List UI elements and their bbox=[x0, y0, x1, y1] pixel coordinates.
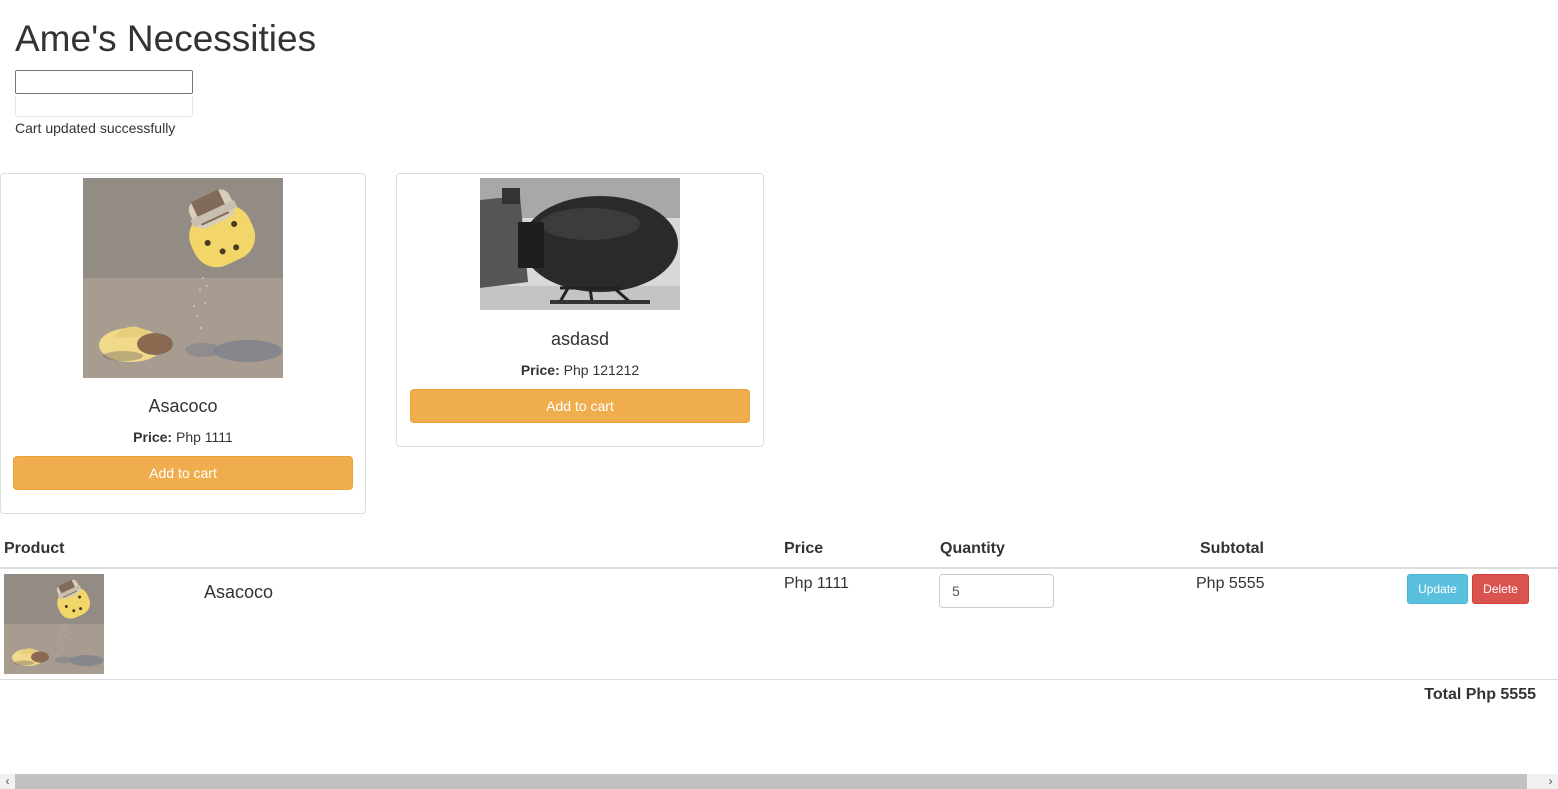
input-dropdown-frame bbox=[15, 96, 193, 117]
column-header-quantity: Quantity bbox=[940, 540, 1005, 557]
column-header-price: Price bbox=[784, 540, 824, 557]
scrollbar-thumb[interactable] bbox=[15, 774, 1527, 789]
scroll-left-arrow-icon[interactable]: ‹ bbox=[0, 774, 15, 789]
horizontal-scrollbar[interactable]: ‹ › bbox=[0, 774, 1558, 789]
product-card: Asacoco Price: Php 1111 Add to cart bbox=[0, 173, 366, 514]
cart-total: Total Php 5555 bbox=[1424, 686, 1536, 703]
product-price: Price: Php 121212 bbox=[397, 362, 763, 378]
quantity-input[interactable] bbox=[939, 574, 1054, 608]
product-name: Asacoco bbox=[148, 396, 218, 416]
delete-button[interactable]: Delete bbox=[1472, 574, 1529, 604]
status-message: Cart updated successfully bbox=[15, 120, 176, 136]
add-to-cart-button[interactable]: Add to cart bbox=[13, 456, 353, 490]
price-label: Price: bbox=[520, 362, 560, 378]
capsule-photo bbox=[83, 178, 283, 378]
table-row-divider bbox=[0, 679, 1558, 680]
update-button[interactable]: Update bbox=[1407, 574, 1468, 604]
capsule-photo bbox=[4, 574, 104, 674]
column-header-subtotal: Subtotal bbox=[1200, 540, 1264, 557]
column-header-product: Product bbox=[4, 540, 65, 557]
price-value: Php 121212 bbox=[563, 362, 640, 378]
scroll-right-arrow-icon[interactable]: › bbox=[1543, 774, 1558, 789]
cart-item-price: Php 1111 bbox=[784, 575, 849, 592]
table-header-divider bbox=[0, 567, 1558, 569]
cart-item-thumbnail bbox=[4, 574, 104, 674]
product-image bbox=[480, 178, 680, 310]
product-price: Price: Php 1111 bbox=[1, 429, 365, 445]
price-value: Php 1111 bbox=[175, 429, 233, 445]
search-input[interactable] bbox=[15, 70, 193, 94]
bomb-photo bbox=[480, 178, 680, 310]
product-card: asdasd Price: Php 121212 Add to cart bbox=[396, 173, 764, 447]
price-label: Price: bbox=[133, 429, 173, 445]
page: Ame's Necessities Cart updated successfu… bbox=[0, 0, 1558, 789]
cart-item-name: Asacoco bbox=[204, 582, 274, 602]
site-title: Ame's Necessities bbox=[15, 18, 317, 59]
product-image bbox=[83, 178, 283, 378]
add-to-cart-button[interactable]: Add to cart bbox=[410, 389, 750, 423]
product-name: asdasd bbox=[550, 329, 610, 349]
cart-item-subtotal: Php 5555 bbox=[1196, 575, 1265, 592]
